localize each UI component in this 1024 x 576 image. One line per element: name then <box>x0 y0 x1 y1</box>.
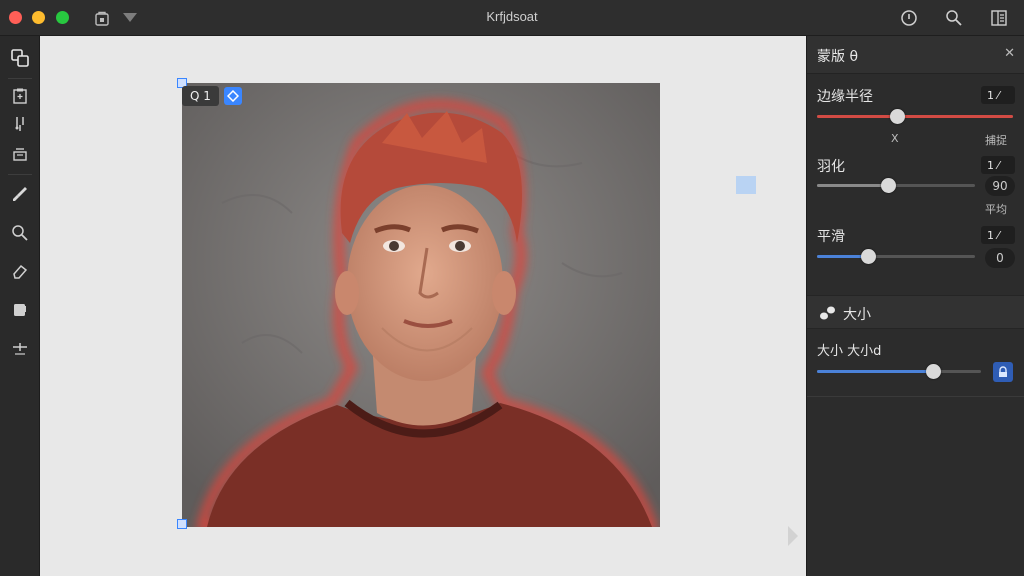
size-section-title: 大小 <box>843 307 871 323</box>
tool-bar <box>0 36 40 576</box>
feather-value[interactable]: 1 ⁄ <box>981 156 1015 174</box>
edge-radius-value[interactable]: 1 ⁄ <box>981 86 1015 104</box>
canvas-area[interactable]: Q 1 <box>40 36 806 576</box>
window-title: Krfjdsoat <box>486 9 538 24</box>
size-label: 大小 大小d <box>817 344 882 359</box>
mask-panel: 蒙版 θ ✕ 边缘半径 1 ⁄ X 捕捉 羽化 1 ⁄ 90 平均 平滑 1 ⁄… <box>806 36 1024 576</box>
panel-divider <box>807 396 1024 397</box>
portrait-image[interactable] <box>182 83 660 527</box>
brush-icon[interactable] <box>6 180 34 208</box>
edge-radius-slider[interactable] <box>817 109 1013 124</box>
portrait-illustration <box>182 83 660 527</box>
zoom-icon[interactable] <box>6 219 34 247</box>
sample-icon[interactable] <box>6 110 34 138</box>
panel-title: 蒙版 θ <box>817 49 859 65</box>
feather-slider-thumb[interactable] <box>881 178 897 193</box>
adjust-icon[interactable] <box>6 333 34 361</box>
selection-tool-icon[interactable] <box>6 44 34 72</box>
transform-handle-bottom-left[interactable] <box>177 519 187 529</box>
feather-note: 平均 <box>985 203 1007 216</box>
panel-expand-arrow-icon[interactable] <box>788 526 798 546</box>
smooth-slider-thumb[interactable] <box>860 249 876 264</box>
panel-header: 蒙版 θ ✕ <box>807 36 1024 74</box>
layers-icon[interactable] <box>6 140 34 168</box>
eraser-icon[interactable] <box>6 257 34 285</box>
brush-size-icon <box>820 306 835 320</box>
timer-icon[interactable] <box>898 7 920 29</box>
smooth-pill[interactable]: 0 <box>985 248 1015 268</box>
feather-pill[interactable]: 90 <box>985 176 1015 196</box>
edge-radius-right-note: 捕捉 <box>985 134 1007 147</box>
feather-slider[interactable] <box>817 178 975 193</box>
smooth-value[interactable]: 1 ⁄ <box>981 226 1015 244</box>
feather-label: 羽化 <box>817 159 845 175</box>
layer-badge[interactable]: Q 1 <box>182 86 219 106</box>
title-bar: Krfjdsoat <box>0 0 1024 36</box>
color-swatch[interactable] <box>736 176 756 194</box>
size-slider[interactable] <box>817 364 981 379</box>
smooth-label: 平滑 <box>817 229 845 245</box>
smooth-slider[interactable] <box>817 249 975 264</box>
size-section-header[interactable]: 大小 <box>807 295 1024 329</box>
search-icon[interactable] <box>943 7 965 29</box>
bucket-icon[interactable] <box>6 295 34 323</box>
layer-options-icon[interactable] <box>224 87 242 105</box>
layout-icon[interactable] <box>988 7 1010 29</box>
size-lock-button[interactable] <box>993 362 1013 382</box>
edge-radius-label: 边缘半径 <box>817 89 873 105</box>
lock-icon <box>999 366 1007 377</box>
edge-radius-left-note: X <box>891 132 899 145</box>
close-panel-icon[interactable]: ✕ <box>1004 46 1015 61</box>
clipboard-icon[interactable] <box>6 82 34 110</box>
size-slider-thumb[interactable] <box>926 364 942 379</box>
edge-radius-slider-thumb[interactable] <box>890 109 906 124</box>
